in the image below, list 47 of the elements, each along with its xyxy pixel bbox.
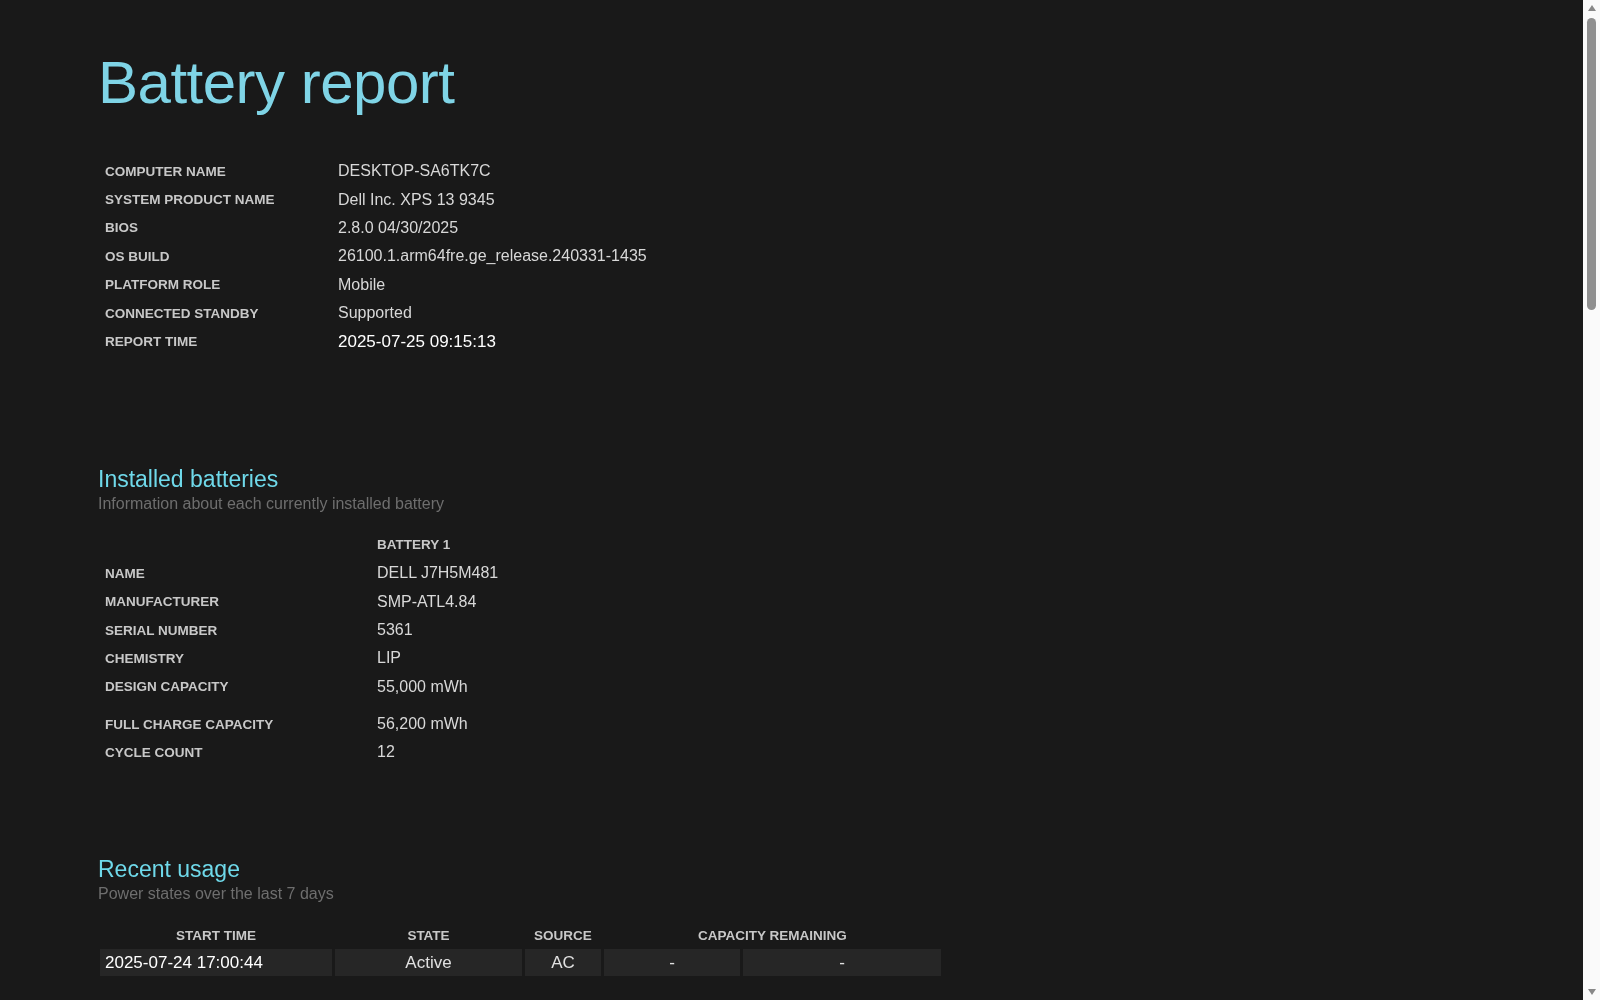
scrollbar[interactable] <box>1583 0 1600 1000</box>
field-value: 2.8.0 04/30/2025 <box>337 217 460 238</box>
field-label: PLATFORM ROLE <box>104 276 222 295</box>
scroll-up-icon[interactable] <box>1586 4 1597 12</box>
field-label: BIOS <box>104 219 139 238</box>
column-header: START TIME <box>175 926 257 945</box>
field-label: REPORT TIME <box>104 333 199 352</box>
field-value: DELL J7H5M481 <box>376 563 499 584</box>
field-value: 2025-07-25 09:15:13 <box>337 330 497 353</box>
column-header: SOURCE <box>533 926 593 945</box>
table-cell: Active <box>335 949 522 977</box>
field-label: COMPUTER NAME <box>104 162 227 181</box>
section-subtitle: Information about each currently installed battery <box>98 494 445 513</box>
field-label: CONNECTED STANDBY <box>104 304 260 323</box>
field-label: OS BUILD <box>104 247 171 266</box>
field-value: Supported <box>337 303 413 324</box>
field-label: SERIAL NUMBER <box>104 621 219 640</box>
report-title: Battery report <box>98 48 456 117</box>
field-value: 55,000 mWh <box>376 676 469 697</box>
section-heading: Recent usage <box>98 856 241 884</box>
field-value: 12 <box>376 742 396 763</box>
column-header: BATTERY 1 <box>376 536 452 555</box>
field-label: FULL CHARGE CAPACITY <box>104 715 275 734</box>
field-value: Mobile <box>337 274 387 295</box>
field-label: MANUFACTURER <box>104 593 220 612</box>
table-cell: - <box>743 949 941 977</box>
field-value: 5361 <box>376 620 414 641</box>
field-value: LIP <box>376 648 402 669</box>
field-label: SYSTEM PRODUCT NAME <box>104 191 276 210</box>
scrollbar-thumb[interactable] <box>1587 18 1596 310</box>
table-cell: AC <box>525 949 601 977</box>
field-value: DESKTOP-SA6TK7C <box>337 161 492 182</box>
table-cell: 2025-07-24 17:00:44 <box>100 949 332 977</box>
field-value: Dell Inc. XPS 13 9345 <box>337 189 496 210</box>
column-header: STATE <box>406 926 451 945</box>
field-value: SMP-ATL4.84 <box>376 591 478 612</box>
section-subtitle: Power states over the last 7 days <box>98 885 335 904</box>
field-label: DESIGN CAPACITY <box>104 678 230 697</box>
column-header: CAPACITY REMAINING <box>697 926 848 945</box>
table-cell: - <box>604 949 740 977</box>
field-label: NAME <box>104 564 146 583</box>
field-label: CHEMISTRY <box>104 650 185 668</box>
field-label: CYCLE COUNT <box>104 743 204 762</box>
field-value: 56,200 mWh <box>376 714 469 735</box>
field-value: 26100.1.arm64fre.ge_release.240331-1435 <box>337 246 647 267</box>
section-heading: Installed batteries <box>98 465 280 493</box>
scroll-down-icon[interactable] <box>1586 988 1597 996</box>
